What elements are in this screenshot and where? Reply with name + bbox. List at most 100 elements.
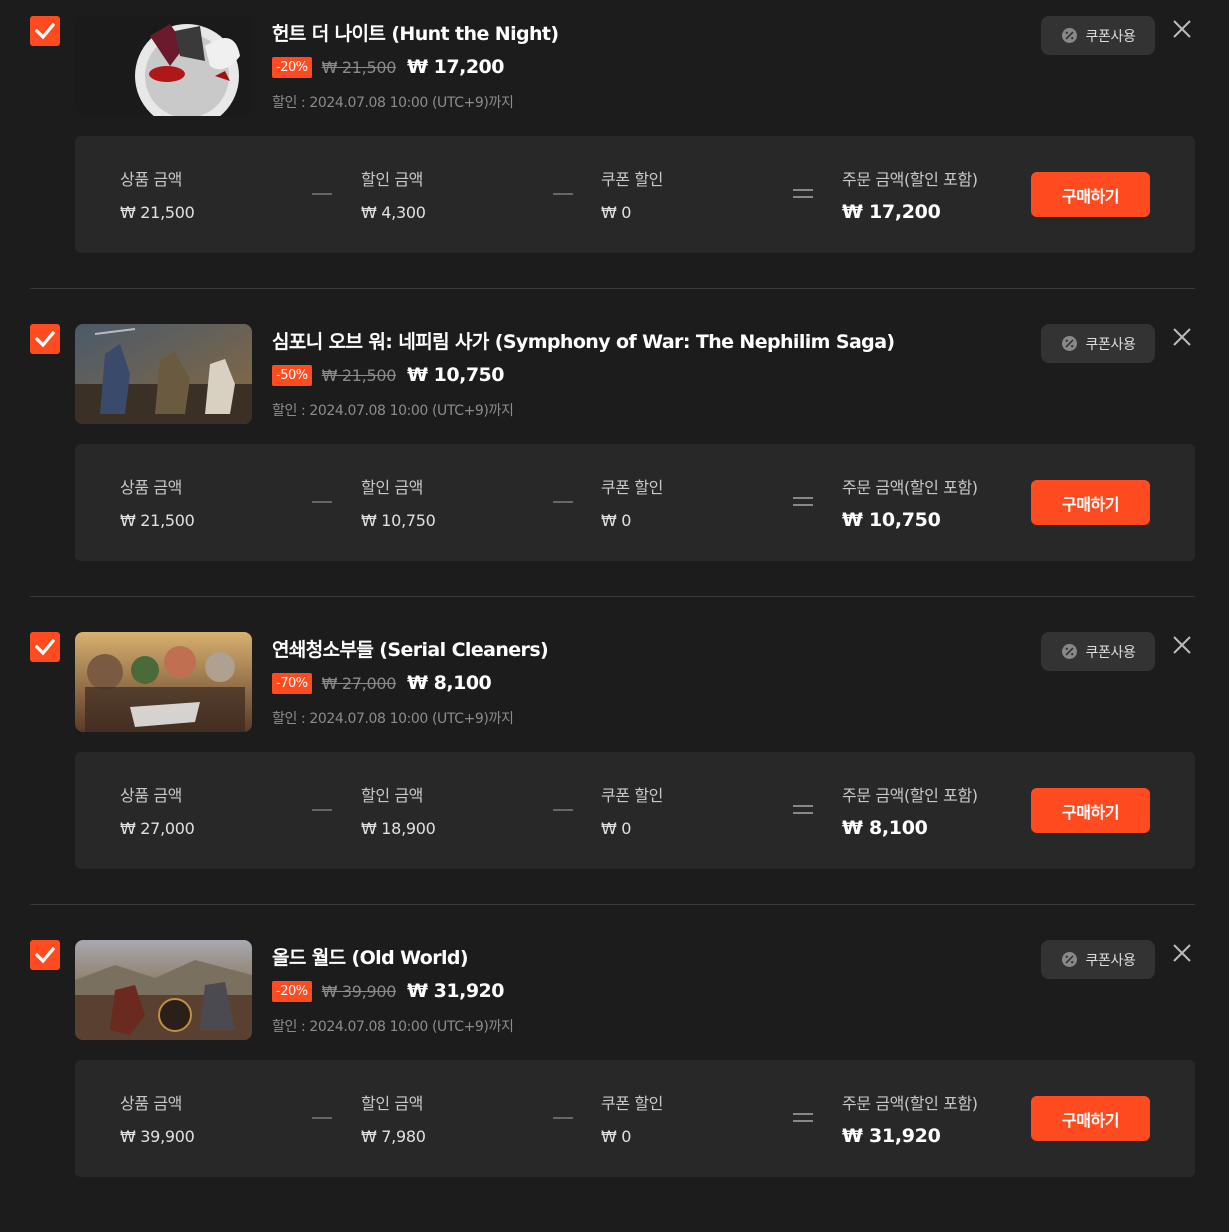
cart-item: 심포니 오브 워: 네피림 사가 (Symphony of War: The N…: [0, 308, 1229, 616]
discount-badge: -20%: [272, 56, 312, 78]
coupon-discount-value: ₩ 0: [601, 203, 632, 222]
coupon-discount-value: ₩ 0: [601, 1127, 632, 1146]
sale-end-note: 할인 : 2024.07.08 10:00 (UTC+9)까지: [272, 1019, 514, 1035]
product-amount-value: ₩ 21,500: [120, 203, 195, 222]
buy-button[interactable]: 구매하기: [1031, 1096, 1150, 1141]
discount-badge: -50%: [272, 364, 312, 386]
close-icon[interactable]: [1171, 942, 1193, 964]
checkmark-icon: [35, 946, 55, 964]
discount-badge: -70%: [272, 672, 312, 694]
cart-item: 올드 월드 (Old World) -20% ₩ 39,900 ₩ 31,920…: [0, 924, 1229, 1232]
product-amount-value: ₩ 39,900: [120, 1127, 195, 1146]
game-thumbnail[interactable]: [75, 632, 252, 732]
buy-button[interactable]: 구매하기: [1031, 480, 1150, 525]
coupon-label: 쿠폰사용: [1085, 336, 1136, 353]
discount-amount-label: 할인 금액: [361, 786, 423, 805]
sale-price: ₩ 8,100: [407, 672, 492, 694]
coupon-discount-value: ₩ 0: [601, 819, 632, 838]
equals-sign: [793, 804, 813, 815]
item-checkbox[interactable]: [30, 632, 60, 662]
minus-sign: [553, 809, 573, 811]
original-price: ₩ 39,900: [321, 981, 397, 1001]
coupon-discount-label: 쿠폰 할인: [601, 170, 663, 189]
discount-amount-value: ₩ 4,300: [361, 203, 426, 222]
original-price: ₩ 21,500: [321, 57, 397, 77]
use-coupon-button[interactable]: 쿠폰사용: [1041, 940, 1155, 979]
item-checkbox[interactable]: [30, 324, 60, 354]
equals-sign: [793, 188, 813, 199]
minus-sign: [312, 501, 332, 503]
close-icon[interactable]: [1171, 326, 1193, 348]
original-price: ₩ 27,000: [321, 673, 397, 693]
product-amount-label: 상품 금액: [120, 170, 182, 189]
original-price: ₩ 21,500: [321, 365, 397, 385]
game-title[interactable]: 올드 월드 (Old World): [272, 943, 469, 970]
cart-item: 헌트 더 나이트 (Hunt the Night) -20% ₩ 21,500 …: [0, 0, 1229, 308]
game-thumbnail[interactable]: [75, 16, 252, 116]
order-amount-value: ₩ 10,750: [842, 509, 941, 531]
close-icon[interactable]: [1171, 634, 1193, 656]
order-amount-label: 주문 금액(할인 포함): [842, 786, 978, 805]
equals-sign: [793, 1112, 813, 1123]
coupon-discount-label: 쿠폰 할인: [601, 786, 663, 805]
checkmark-icon: [35, 330, 55, 348]
coupon-discount-label: 쿠폰 할인: [601, 478, 663, 497]
coupon-icon: [1061, 28, 1077, 43]
coupon-icon: [1061, 336, 1077, 351]
price-summary-panel: 상품 금액 ₩ 21,500 할인 금액 ₩ 10,750 쿠폰 할인 ₩ 0 …: [75, 444, 1195, 561]
game-title[interactable]: 헌트 더 나이트 (Hunt the Night): [272, 19, 559, 46]
equals-sign: [793, 496, 813, 507]
product-amount-label: 상품 금액: [120, 1094, 182, 1113]
use-coupon-button[interactable]: 쿠폰사용: [1041, 324, 1155, 363]
sale-price: ₩ 31,920: [407, 980, 504, 1002]
product-amount-value: ₩ 27,000: [120, 819, 195, 838]
cart-item: 연쇄청소부들 (Serial Cleaners) -70% ₩ 27,000 ₩…: [0, 616, 1229, 924]
buy-button[interactable]: 구매하기: [1031, 788, 1150, 833]
close-icon[interactable]: [1171, 18, 1193, 40]
game-thumbnail[interactable]: [75, 940, 252, 1040]
sale-end-note: 할인 : 2024.07.08 10:00 (UTC+9)까지: [272, 403, 514, 419]
coupon-icon: [1061, 952, 1077, 967]
sale-price: ₩ 10,750: [407, 364, 504, 386]
divider: [30, 288, 1195, 289]
use-coupon-button[interactable]: 쿠폰사용: [1041, 16, 1155, 55]
coupon-discount-label: 쿠폰 할인: [601, 1094, 663, 1113]
minus-sign: [312, 193, 332, 195]
order-amount-label: 주문 금액(할인 포함): [842, 1094, 978, 1113]
coupon-label: 쿠폰사용: [1085, 644, 1136, 661]
price-row: -20% ₩ 39,900 ₩ 31,920: [272, 979, 504, 1003]
product-amount-label: 상품 금액: [120, 478, 182, 497]
game-title[interactable]: 심포니 오브 워: 네피림 사가 (Symphony of War: The N…: [272, 327, 895, 354]
use-coupon-button[interactable]: 쿠폰사용: [1041, 632, 1155, 671]
price-row: -20% ₩ 21,500 ₩ 17,200: [272, 55, 504, 79]
coupon-label: 쿠폰사용: [1085, 28, 1136, 45]
price-row: -70% ₩ 27,000 ₩ 8,100: [272, 671, 492, 695]
game-title[interactable]: 연쇄청소부들 (Serial Cleaners): [272, 635, 549, 662]
order-amount-label: 주문 금액(할인 포함): [842, 478, 978, 497]
order-amount-value: ₩ 17,200: [842, 201, 941, 223]
price-summary-panel: 상품 금액 ₩ 27,000 할인 금액 ₩ 18,900 쿠폰 할인 ₩ 0 …: [75, 752, 1195, 869]
checkmark-icon: [35, 22, 55, 40]
item-checkbox[interactable]: [30, 940, 60, 970]
sale-price: ₩ 17,200: [407, 56, 504, 78]
buy-button[interactable]: 구매하기: [1031, 172, 1150, 217]
divider: [30, 596, 1195, 597]
discount-amount-value: ₩ 10,750: [361, 511, 436, 530]
price-row: -50% ₩ 21,500 ₩ 10,750: [272, 363, 504, 387]
product-amount-value: ₩ 21,500: [120, 511, 195, 530]
order-amount-value: ₩ 31,920: [842, 1125, 941, 1147]
game-thumbnail[interactable]: [75, 324, 252, 424]
minus-sign: [312, 1117, 332, 1119]
discount-amount-value: ₩ 7,980: [361, 1127, 426, 1146]
sale-end-note: 할인 : 2024.07.08 10:00 (UTC+9)까지: [272, 95, 514, 111]
discount-amount-label: 할인 금액: [361, 1094, 423, 1113]
sale-end-note: 할인 : 2024.07.08 10:00 (UTC+9)까지: [272, 711, 514, 727]
minus-sign: [553, 1117, 573, 1119]
price-summary-panel: 상품 금액 ₩ 21,500 할인 금액 ₩ 4,300 쿠폰 할인 ₩ 0 주…: [75, 136, 1195, 253]
item-checkbox[interactable]: [30, 16, 60, 46]
minus-sign: [553, 501, 573, 503]
coupon-discount-value: ₩ 0: [601, 511, 632, 530]
discount-amount-label: 할인 금액: [361, 170, 423, 189]
checkmark-icon: [35, 638, 55, 656]
price-summary-panel: 상품 금액 ₩ 39,900 할인 금액 ₩ 7,980 쿠폰 할인 ₩ 0 주…: [75, 1060, 1195, 1177]
